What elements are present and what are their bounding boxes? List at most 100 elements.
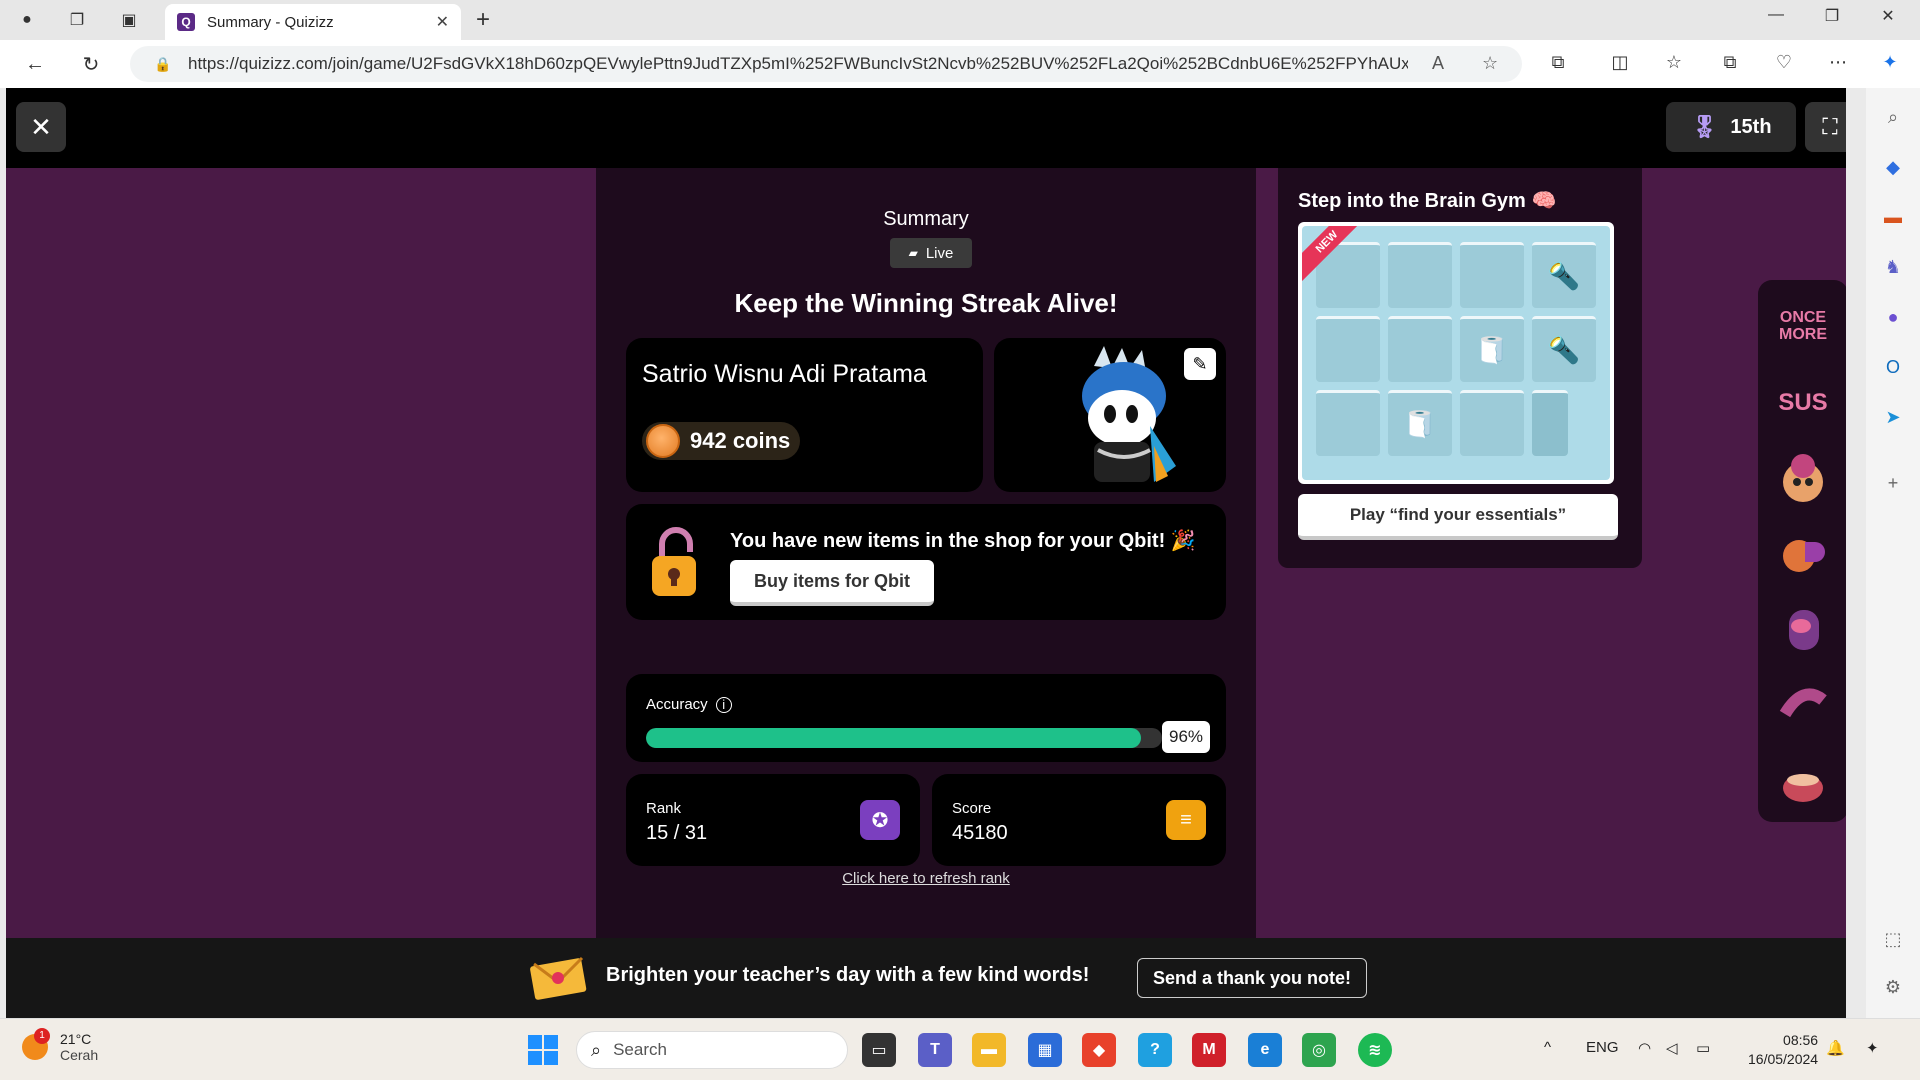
fullscreen-button[interactable]: ⛶ — [1805, 102, 1846, 152]
sidebar-capture-icon[interactable]: ⬚ — [1878, 924, 1908, 954]
live-label: Live — [925, 244, 954, 262]
player-card: Satrio Wisnu Adi Pratama 942 coins — [626, 338, 983, 492]
envelope-icon — [530, 956, 587, 1000]
windows-taskbar: 1 21°C Cerah ⌕ Search ▭ T ▬ ▦ ◆ ? M e ◎ … — [0, 1018, 1920, 1080]
start-button[interactable] — [528, 1035, 558, 1065]
back-button[interactable]: ← — [20, 50, 50, 78]
brain-gym-title-row: Step into the Brain Gym 🧠 — [1298, 188, 1557, 213]
shop-message: You have new items in the shop for your … — [730, 530, 1196, 552]
more-menu-icon[interactable]: ⋯ — [1824, 52, 1852, 73]
astronaut-game-icon[interactable] — [1773, 600, 1833, 660]
weather-sun-icon: 1 — [22, 1028, 50, 1060]
notifications-icon[interactable]: 🔔 — [1826, 1039, 1845, 1057]
banner-text: Brighten your teacher’s day with a few k… — [606, 964, 1090, 986]
quizizz-favicon-icon: Q — [177, 13, 195, 31]
copilot-icon[interactable]: ✦ — [1876, 52, 1904, 73]
planet-game-icon[interactable] — [1773, 524, 1833, 584]
url-field[interactable]: 🔒 https://quizizz.com/join/game/U2FsdGVk… — [130, 46, 1522, 82]
sidebar-shopping-icon[interactable]: ◆ — [1878, 152, 1908, 182]
cup-game-icon[interactable] — [1773, 752, 1833, 812]
accuracy-label-row: Accuracy i — [646, 696, 732, 713]
tab-title: Summary - Quizizz — [207, 13, 334, 31]
info-icon[interactable]: i — [715, 697, 732, 713]
sidebar-settings-icon[interactable]: ⚙ — [1878, 972, 1908, 1002]
copilot-taskbar-icon[interactable]: ✦ — [1866, 1039, 1879, 1057]
sidebar-m365-icon[interactable]: ● — [1878, 302, 1908, 332]
brain-gym-grid: 🔦 🧻 🔦 🧻 NEW — [1302, 226, 1610, 480]
play-find-essentials-button[interactable]: Play “find your essentials” — [1298, 494, 1618, 540]
favorites-icon[interactable]: ☆ — [1660, 52, 1688, 73]
brain-gym-preview[interactable]: 🔦 🧻 🔦 🧻 NEW — [1298, 222, 1614, 484]
sidebar-outlook-icon[interactable]: O — [1878, 352, 1908, 382]
edit-avatar-button[interactable]: ✎ — [1184, 348, 1216, 380]
wifi-icon[interactable]: ◠ — [1638, 1039, 1651, 1057]
shop-card: You have new items in the shop for your … — [626, 504, 1226, 620]
flashlight-icon: 🔦 — [1532, 242, 1596, 308]
creature-game-icon[interactable] — [1773, 448, 1833, 508]
tab-summary-quizizz[interactable]: Q Summary - Quizizz ✕ — [165, 4, 461, 40]
workspaces-icon[interactable]: ❐ — [62, 6, 92, 34]
weather-widget[interactable]: 1 21°C Cerah — [22, 1028, 98, 1063]
score-value: 45180 — [952, 822, 1008, 844]
accuracy-label: Accuracy — [646, 696, 708, 713]
collections-icon[interactable]: ⧉ — [1716, 52, 1744, 73]
extensions-icon[interactable]: ⧉ — [1544, 52, 1572, 73]
games-rail: ONCE MORE SUS — [1758, 280, 1846, 822]
magnet-game-icon[interactable] — [1773, 676, 1833, 736]
tray-chevron-icon[interactable]: ^ — [1544, 1039, 1551, 1056]
buy-items-button[interactable]: Buy items for Qbit — [730, 560, 934, 606]
taskbar-search[interactable]: ⌕ Search — [576, 1031, 848, 1069]
chrome-icon[interactable]: ◎ — [1302, 1033, 1336, 1067]
accuracy-bar — [646, 728, 1162, 748]
score-label: Score — [952, 800, 992, 817]
restore-button[interactable]: ❐ — [1812, 6, 1852, 26]
profile-icon[interactable]: ● — [12, 6, 42, 34]
tab-actions-icon[interactable]: ▣ — [114, 6, 144, 34]
once-more-game-icon[interactable]: ONCE MORE — [1773, 296, 1833, 356]
close-tab-icon[interactable]: ✕ — [436, 12, 449, 32]
sidebar-tools-icon[interactable]: ▬ — [1878, 202, 1908, 232]
brain-icon: 🧠 — [1531, 190, 1557, 212]
close-game-button[interactable]: ✕ — [16, 102, 66, 152]
task-view-icon[interactable]: ▭ — [862, 1033, 896, 1067]
qbit-avatar — [1082, 346, 1176, 482]
favorite-star-icon[interactable]: ☆ — [1482, 53, 1498, 74]
sidebar-add-icon[interactable]: + — [1878, 468, 1908, 498]
teams-icon[interactable]: T — [918, 1033, 952, 1067]
language-indicator[interactable]: ENG — [1586, 1039, 1619, 1056]
read-aloud-icon[interactable]: A — [1432, 53, 1444, 74]
split-screen-icon[interactable]: ◫ — [1606, 52, 1634, 73]
rank-medal-icon: ✪ — [860, 800, 900, 840]
battery-icon[interactable]: ▭ — [1696, 1039, 1710, 1057]
send-thank-you-button[interactable]: Send a thank you note! — [1137, 958, 1367, 998]
browser-sidebar: ⌕ ◆ ▬ ♞ ● O ➤ + ⬚ ⚙ — [1866, 88, 1920, 1018]
clock[interactable]: 08:56 16/05/2024 — [1748, 1031, 1818, 1069]
refresh-rank-link[interactable]: Click here to refresh rank — [596, 870, 1256, 887]
browser-essentials-icon[interactable]: ♡ — [1770, 52, 1798, 73]
sus-game-icon[interactable]: SUS — [1773, 372, 1833, 432]
coin-icon — [646, 424, 680, 458]
sidebar-games-icon[interactable]: ♞ — [1878, 252, 1908, 282]
sidebar-send-icon[interactable]: ➤ — [1878, 402, 1908, 432]
clock-date: 16/05/2024 — [1748, 1051, 1819, 1067]
mcafee-icon[interactable]: M — [1192, 1033, 1226, 1067]
clock-time: 08:56 — [1783, 1032, 1819, 1048]
accuracy-bar-fill — [646, 728, 1142, 748]
office-icon[interactable]: ◆ — [1082, 1033, 1116, 1067]
volume-icon[interactable]: ◁ — [1666, 1039, 1678, 1057]
close-window-button[interactable]: ✕ — [1868, 6, 1908, 26]
spotify-icon[interactable]: ≋ — [1358, 1033, 1392, 1067]
minimize-button[interactable]: — — [1756, 6, 1796, 24]
quizizz-page: ✕ 🎖 15th ⛶ Summary ▰ Live Keep the Winni… — [6, 88, 1846, 1018]
reload-button[interactable]: ↻ — [76, 50, 106, 78]
door-icon — [1532, 390, 1568, 456]
rank-pill[interactable]: 🎖 15th — [1666, 102, 1796, 152]
score-card: Score 45180 ≡ — [932, 774, 1226, 866]
edge-icon[interactable]: e — [1248, 1033, 1282, 1067]
grid-cell — [1388, 242, 1452, 308]
file-explorer-icon[interactable]: ▬ — [972, 1033, 1006, 1067]
app-icon[interactable]: ? — [1138, 1033, 1172, 1067]
sidebar-search-icon[interactable]: ⌕ — [1878, 102, 1908, 132]
store-icon[interactable]: ▦ — [1028, 1033, 1062, 1067]
new-tab-button[interactable]: + — [476, 6, 490, 34]
